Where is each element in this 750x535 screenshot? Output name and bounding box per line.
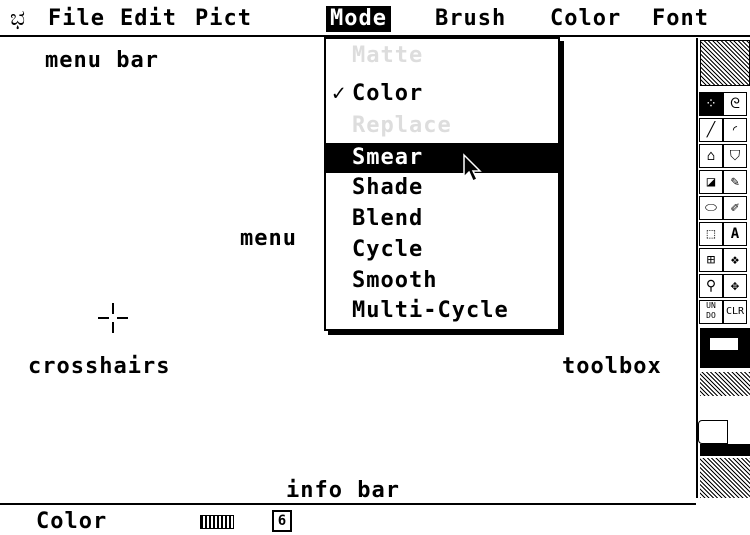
arc-tool-icon[interactable]: ◜ (723, 118, 747, 142)
color-cycle-indicator (200, 515, 234, 529)
toolbox: ⁘ ᘓ ╱ ◜ ⌂ ⛉ ◪ ✎ ⬭ ✐ ⬚ A ⊞ ❖ ⚲ ✥ UN DO CL… (696, 38, 750, 498)
color-swatch-3[interactable] (700, 458, 750, 498)
mouse-pointer-icon (463, 153, 482, 183)
color-swatch-selected[interactable] (698, 420, 728, 444)
menu-brush[interactable]: Brush (435, 6, 506, 32)
check-icon: ✓ (332, 81, 347, 106)
menu-edit[interactable]: Edit (120, 6, 177, 32)
spray-tool-icon[interactable]: ⁘ (699, 92, 723, 116)
color-swatch-1[interactable] (700, 372, 750, 396)
eraser-tool-icon[interactable]: ⬭ (699, 196, 723, 220)
pattern-palette[interactable] (700, 40, 750, 86)
text-tool-icon[interactable]: A (723, 222, 747, 246)
mode-status-text: Color (36, 509, 108, 534)
annotation-toolbox: toolbox (562, 354, 662, 379)
pencil-tool-icon[interactable]: ✐ (723, 196, 747, 220)
color-swatch-current[interactable] (700, 328, 750, 368)
grid-tool-icon[interactable]: ⊞ (699, 248, 723, 272)
annotation-info-bar: info bar (286, 478, 400, 503)
menu-item-multi-cycle[interactable]: Multi-Cycle (324, 297, 560, 331)
brush-size-indicator: 6 (272, 510, 292, 532)
fill-tool-icon[interactable]: ⌂ (699, 144, 723, 168)
select-tool-icon[interactable]: ⬚ (699, 222, 723, 246)
menu-mode[interactable]: Mode (326, 6, 391, 32)
menu-bar: ಭ File Edit Pict Mode Brush Color Font (0, 0, 750, 37)
annotation-menu-bar: menu bar (45, 48, 159, 73)
menu-item-cycle[interactable]: Cycle (326, 235, 558, 265)
menu-item-replace: Replace (352, 113, 452, 138)
lasso-tool-icon[interactable]: ᘓ (723, 92, 747, 116)
clear-button[interactable]: CLR (723, 300, 747, 324)
symmetry-tool-icon[interactable]: ❖ (723, 248, 747, 272)
mode-menu: Matte ✓ Color Replace Smear Shade Blend C… (324, 37, 560, 303)
brush-tool-icon[interactable]: ✎ (723, 170, 747, 194)
undo-button[interactable]: UN DO (699, 300, 723, 324)
menu-item-matte: Matte (352, 43, 424, 68)
menu-pict[interactable]: Pict (195, 6, 252, 32)
menu-item-color[interactable]: ✓ Color (326, 79, 558, 109)
annotation-menu: menu (240, 226, 297, 251)
line-tool-icon[interactable]: ╱ (699, 118, 723, 142)
info-bar: Color 6 (0, 503, 696, 535)
menu-item-blend[interactable]: Blend (326, 204, 558, 234)
shape-tool-icon[interactable]: ◪ (699, 170, 723, 194)
crosshairs-cursor (98, 303, 128, 333)
menu-file[interactable]: File (48, 6, 105, 32)
menu-item-smear[interactable]: Smear (326, 143, 558, 173)
color-swatch-2[interactable] (700, 444, 750, 456)
annotation-crosshairs: crosshairs (28, 354, 171, 379)
apple-menu-icon[interactable]: ಭ (10, 6, 26, 32)
menu-item-smooth[interactable]: Smooth (326, 266, 558, 296)
menu-font[interactable]: Font (652, 6, 709, 32)
move-tool-icon[interactable]: ✥ (723, 274, 747, 298)
bucket-tool-icon[interactable]: ⛉ (723, 144, 747, 168)
magnify-tool-icon[interactable]: ⚲ (699, 274, 723, 298)
menu-item-shade[interactable]: Shade (326, 173, 558, 203)
menu-color[interactable]: Color (550, 6, 621, 32)
